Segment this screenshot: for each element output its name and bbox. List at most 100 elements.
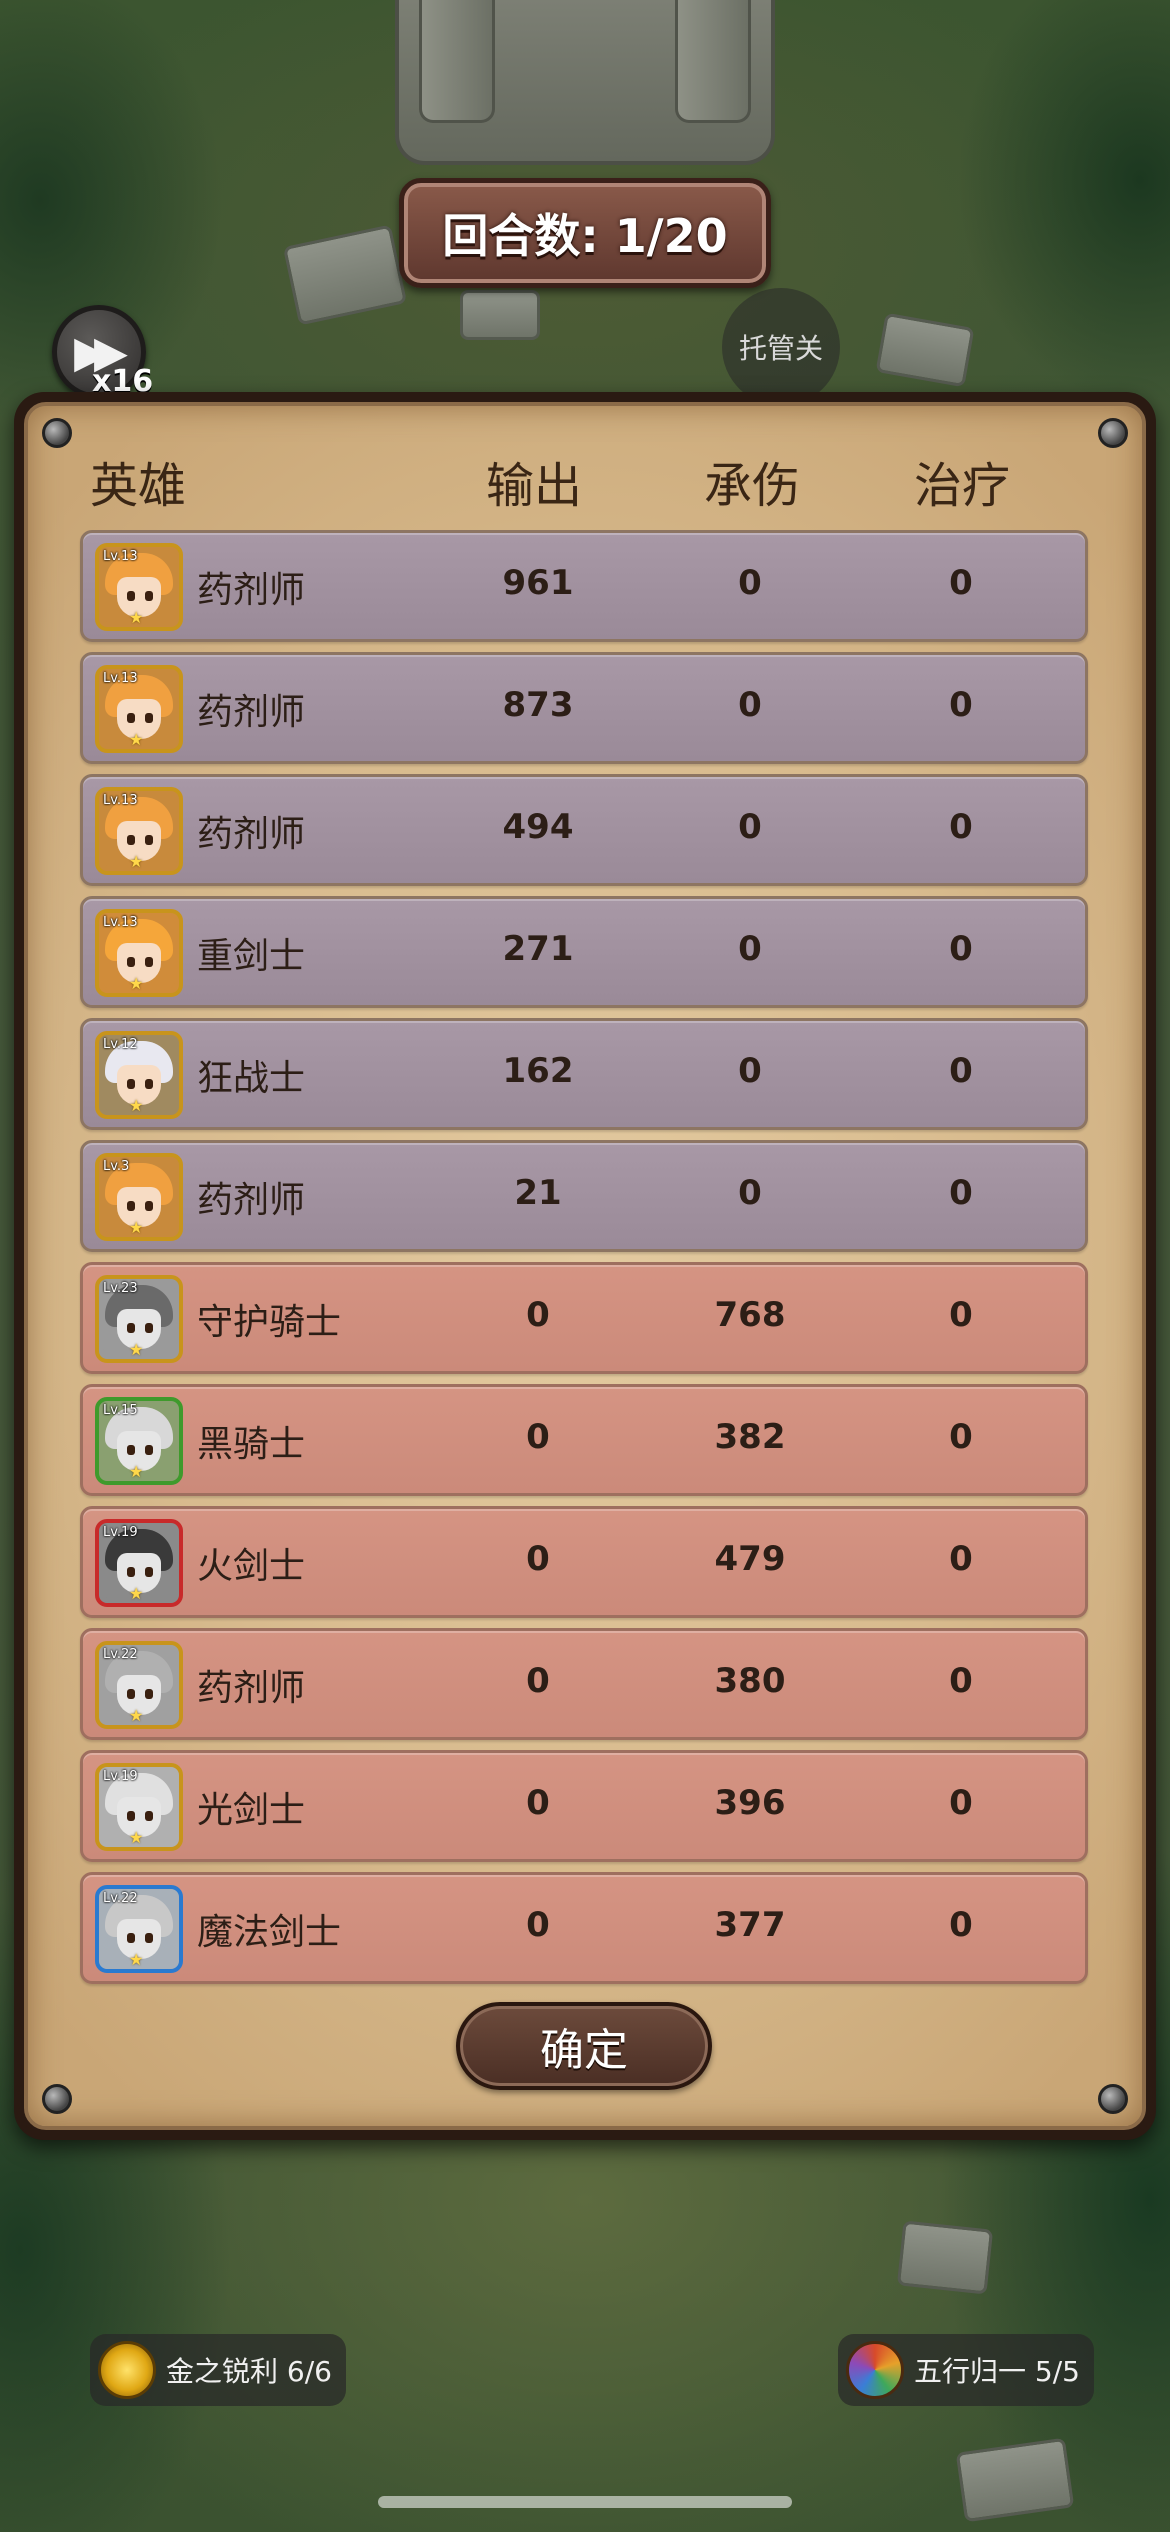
stats-row: Lv.19 ★ 火剑士 0 479 0: [80, 1506, 1088, 1618]
hero-name: 黑骑士: [197, 1424, 306, 1465]
output-value: 494: [502, 807, 574, 847]
heal-value: 0: [949, 1417, 973, 1457]
header-hero: 英雄: [90, 458, 187, 514]
hero-portrait: Lv.19 ★: [95, 1763, 183, 1851]
output-value: 961: [502, 563, 574, 603]
hero-name: 火剑士: [197, 1546, 306, 1587]
heal-value: 0: [949, 1051, 973, 1091]
star-icon: ★: [129, 852, 144, 871]
stats-row: Lv.13 ★ 药剂师 961 0 0: [80, 530, 1088, 642]
portrait-eye: [127, 1811, 135, 1821]
hero-portrait: Lv.13 ★: [95, 543, 183, 631]
portrait-eye: [145, 1933, 153, 1943]
header-tank: 承伤: [704, 458, 801, 514]
round-counter-label: 回合数: 1/20: [442, 209, 728, 263]
tank-value: 0: [738, 807, 762, 847]
confirm-label: 确定: [540, 2025, 628, 2076]
home-indicator[interactable]: [378, 2496, 792, 2508]
portrait-eye: [127, 835, 135, 845]
stats-row: Lv.12 ★ 狂战士 162 0 0: [80, 1018, 1088, 1130]
heal-value: 0: [949, 1661, 973, 1701]
portrait-eye: [127, 591, 135, 601]
heal-value: 0: [949, 685, 973, 725]
rivet-icon: [42, 2084, 72, 2114]
tank-value: 479: [714, 1539, 786, 1579]
stats-row: Lv.22 ★ 魔法剑士 0 377 0: [80, 1872, 1088, 1984]
heal-value: 0: [949, 1539, 973, 1579]
hero-level: Lv.22: [103, 1647, 138, 1662]
heal-value: 0: [949, 929, 973, 969]
portrait-eye: [127, 1567, 135, 1577]
rivet-icon: [1098, 418, 1128, 448]
output-value: 271: [502, 929, 574, 969]
portrait-eye: [127, 713, 135, 723]
hero-name: 药剂师: [197, 692, 306, 733]
star-icon: ★: [129, 1950, 144, 1969]
stats-row: Lv.19 ★ 光剑士 0 396 0: [80, 1750, 1088, 1862]
hero-portrait: Lv.19 ★: [95, 1519, 183, 1607]
buff-gold-sharpness[interactable]: 金之锐利 6/6: [90, 2334, 346, 2406]
stats-table: Lv.13 ★ 药剂师 961 0 0 Lv.13 ★ 药剂师 873 0 0 …: [80, 530, 1088, 1994]
star-icon: ★: [129, 1340, 144, 1359]
star-icon: ★: [129, 1218, 144, 1237]
stats-row: Lv.22 ★ 药剂师 0 380 0: [80, 1628, 1088, 1740]
stepping-stone: [875, 312, 975, 388]
auto-battle-label: 托管关: [738, 332, 823, 365]
hero-portrait: Lv.13 ★: [95, 787, 183, 875]
star-icon: ★: [129, 1706, 144, 1725]
stepping-stone: [460, 290, 540, 340]
hero-name: 狂战士: [197, 1058, 306, 1099]
output-value: 0: [526, 1295, 550, 1335]
heal-value: 0: [949, 1783, 973, 1823]
portrait-eye: [127, 1445, 135, 1455]
hero-name: 光剑士: [197, 1790, 306, 1831]
hero-level: Lv.13: [103, 915, 138, 930]
tank-value: 0: [738, 929, 762, 969]
stepping-stone: [955, 2437, 1075, 2523]
hero-level: Lv.13: [103, 671, 138, 686]
stone-gate: [395, 0, 775, 165]
hero-name: 药剂师: [197, 1668, 306, 1709]
star-icon: ★: [129, 1584, 144, 1603]
hero-name: 药剂师: [197, 1180, 306, 1221]
hero-portrait: Lv.12 ★: [95, 1031, 183, 1119]
portrait-eye: [145, 1811, 153, 1821]
output-value: 0: [526, 1783, 550, 1823]
portrait-eye: [145, 1567, 153, 1577]
output-value: 0: [526, 1539, 550, 1579]
hero-name: 重剑士: [197, 936, 306, 977]
tank-value: 0: [738, 685, 762, 725]
portrait-eye: [145, 1323, 153, 1333]
star-icon: ★: [129, 608, 144, 627]
output-value: 162: [502, 1051, 574, 1091]
auto-battle-toggle[interactable]: 托管关: [722, 288, 840, 406]
hero-portrait: Lv.22 ★: [95, 1641, 183, 1729]
heal-value: 0: [949, 563, 973, 603]
star-icon: ★: [129, 974, 144, 993]
stepping-stone: [896, 2220, 994, 2295]
buff-five-elements[interactable]: 五行归一 5/5: [838, 2334, 1094, 2406]
tank-value: 382: [714, 1417, 786, 1457]
hero-portrait: Lv.15 ★: [95, 1397, 183, 1485]
round-counter-banner: 回合数: 1/20: [399, 178, 771, 288]
star-icon: ★: [129, 1096, 144, 1115]
portrait-eye: [127, 1933, 135, 1943]
stats-row: Lv.13 ★ 重剑士 271 0 0: [80, 896, 1088, 1008]
stats-row: Lv.23 ★ 守护骑士 0 768 0: [80, 1262, 1088, 1374]
output-value: 0: [526, 1661, 550, 1701]
output-value: 873: [502, 685, 574, 725]
output-value: 0: [526, 1905, 550, 1945]
hero-level: Lv.19: [103, 1525, 138, 1540]
tank-value: 380: [714, 1661, 786, 1701]
hero-level: Lv.22: [103, 1891, 138, 1906]
hero-level: Lv.19: [103, 1769, 138, 1784]
stats-row: Lv.13 ★ 药剂师 873 0 0: [80, 652, 1088, 764]
portrait-eye: [145, 835, 153, 845]
confirm-button[interactable]: 确定: [456, 2002, 712, 2090]
heal-value: 0: [949, 1173, 973, 1213]
rivet-icon: [1098, 2084, 1128, 2114]
stepping-stone: [282, 224, 408, 326]
tank-value: 0: [738, 563, 762, 603]
stats-row: Lv.3 ★ 药剂师 21 0 0: [80, 1140, 1088, 1252]
hero-level: Lv.13: [103, 793, 138, 808]
